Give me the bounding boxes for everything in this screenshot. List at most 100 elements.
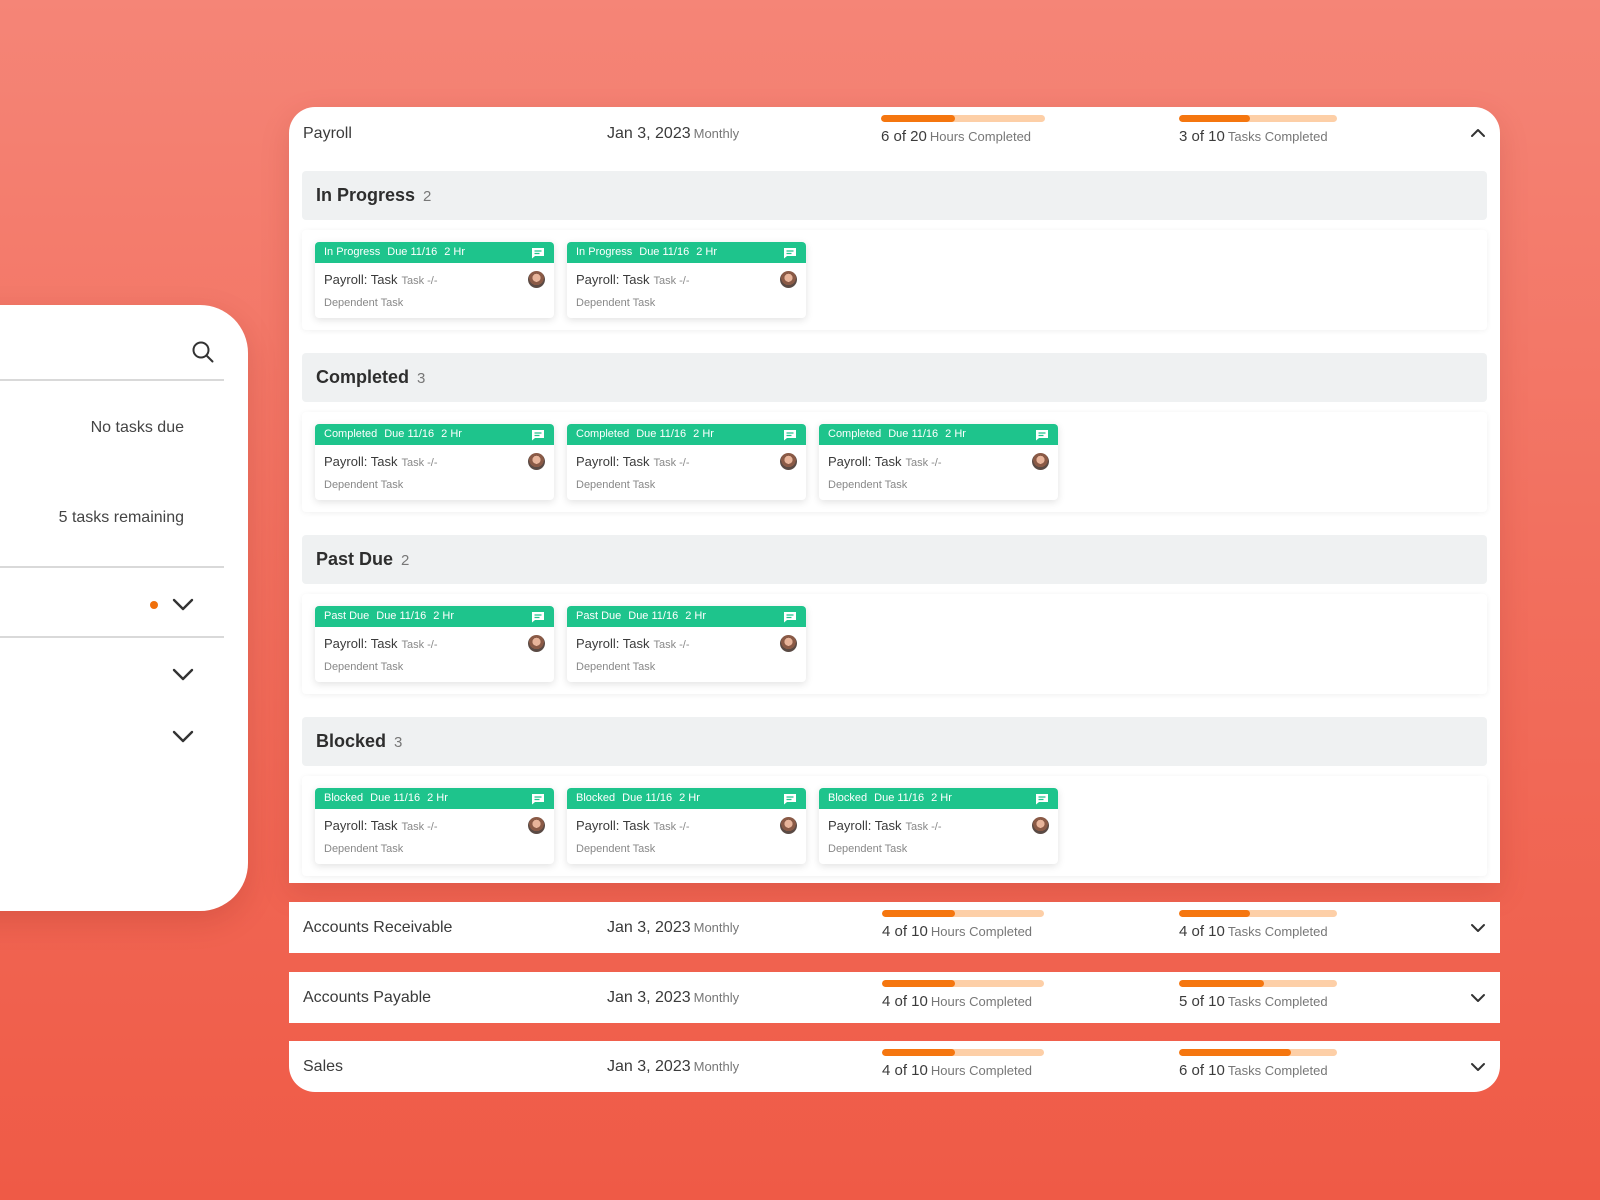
avatar[interactable] bbox=[528, 817, 545, 834]
hours-label: Hours Completed bbox=[930, 994, 1033, 1009]
task-due: Due 11/16 bbox=[639, 246, 690, 258]
task-subtitle: Dependent Task bbox=[324, 479, 404, 491]
task-hours: 2 Hr bbox=[679, 792, 700, 804]
task-card[interactable]: Completed Due 11/16 2 Hr Payroll: Task Task … bbox=[567, 424, 806, 500]
task-status: Blocked bbox=[576, 792, 616, 804]
side-panel: No tasks due 5 tasks remaining bbox=[0, 305, 248, 911]
task-due: Due 11/16 bbox=[628, 610, 679, 622]
task-card-header: Completed Due 11/16 2 Hr bbox=[567, 424, 806, 445]
chevron-down-icon[interactable] bbox=[1470, 992, 1486, 1004]
avatar[interactable] bbox=[780, 271, 797, 288]
chevron-down-icon[interactable] bbox=[171, 597, 195, 613]
hours-metric: 4 of 10 Hours Completed bbox=[882, 1049, 1062, 1079]
task-due: Due 11/16 bbox=[888, 428, 939, 440]
task-card-header: In Progress Due 11/16 2 Hr bbox=[567, 242, 806, 263]
task-card[interactable]: Completed Due 11/16 2 Hr Payroll: Task Task … bbox=[819, 424, 1058, 500]
comment-icon[interactable] bbox=[531, 793, 545, 805]
task-title-text: Payroll: Task bbox=[324, 636, 398, 651]
frequency-text: Monthly bbox=[693, 126, 740, 141]
task-tag: Task -/- bbox=[401, 821, 438, 833]
date-text: Jan 3, 2023 bbox=[607, 1058, 691, 1075]
task-card[interactable]: Blocked Due 11/16 2 Hr Payroll: Task Task -/… bbox=[315, 788, 554, 864]
task-card-header: Completed Due 11/16 2 Hr bbox=[819, 424, 1058, 445]
task-due: Due 11/16 bbox=[874, 792, 925, 804]
hours-progress-bar bbox=[882, 910, 1044, 917]
task-card[interactable]: Past Due Due 11/16 2 Hr Payroll: Task Task -… bbox=[567, 606, 806, 682]
avatar[interactable] bbox=[780, 453, 797, 470]
task-card[interactable]: Blocked Due 11/16 2 Hr Payroll: Task Task -/… bbox=[819, 788, 1058, 864]
task-title: Payroll: Task Task -/- bbox=[576, 454, 690, 469]
tasks-progress-bar bbox=[1179, 115, 1337, 122]
task-status: Blocked bbox=[324, 792, 364, 804]
payroll-row-header[interactable]: Payroll Jan 3, 2023 Monthly 6 of 20 Hours … bbox=[289, 107, 1500, 163]
search-icon[interactable] bbox=[191, 340, 215, 364]
task-subtitle: Dependent Task bbox=[576, 661, 656, 673]
hours-label: Hours Completed bbox=[929, 129, 1032, 144]
comment-icon[interactable] bbox=[783, 429, 797, 441]
avatar[interactable] bbox=[528, 271, 545, 288]
task-tag: Task -/- bbox=[653, 639, 690, 651]
section-title: Blocked 3 bbox=[316, 731, 402, 752]
task-title-text: Payroll: Task bbox=[576, 636, 650, 651]
task-hours: 2 Hr bbox=[685, 610, 706, 622]
task-card-header: Blocked Due 11/16 2 Hr bbox=[567, 788, 806, 809]
comment-icon[interactable] bbox=[531, 429, 545, 441]
task-card[interactable]: Completed Due 11/16 2 Hr Payroll: Task Task … bbox=[315, 424, 554, 500]
chevron-down-icon[interactable] bbox=[171, 729, 195, 745]
task-hours: 2 Hr bbox=[931, 792, 952, 804]
task-title-text: Payroll: Task bbox=[324, 818, 398, 833]
chevron-down-icon[interactable] bbox=[171, 667, 195, 683]
task-card-header: Past Due Due 11/16 2 Hr bbox=[567, 606, 806, 627]
task-card[interactable]: Blocked Due 11/16 2 Hr Payroll: Task Task -/… bbox=[567, 788, 806, 864]
accounts-receivable-row[interactable]: Accounts Receivable Jan 3, 2023 Monthly 4… bbox=[289, 902, 1500, 953]
task-status: Completed bbox=[828, 428, 882, 440]
row-date: Jan 3, 2023 Monthly bbox=[607, 989, 739, 1007]
section-count: 2 bbox=[423, 188, 432, 205]
section-title-text: In Progress bbox=[316, 185, 416, 205]
task-due: Due 11/16 bbox=[376, 610, 427, 622]
sales-row[interactable]: Sales Jan 3, 2023 Monthly 4 of 10 Hours Co… bbox=[289, 1041, 1500, 1092]
section-count: 3 bbox=[417, 370, 426, 387]
row-name: Payroll bbox=[303, 125, 352, 142]
comment-icon[interactable] bbox=[1035, 429, 1049, 441]
task-due: Due 11/16 bbox=[622, 792, 673, 804]
chevron-up-icon[interactable] bbox=[1470, 127, 1486, 139]
comment-icon[interactable] bbox=[783, 247, 797, 259]
task-status: In Progress bbox=[576, 246, 633, 258]
task-tag: Task -/- bbox=[905, 821, 942, 833]
task-hours: 2 Hr bbox=[696, 246, 717, 258]
task-card[interactable]: Past Due Due 11/16 2 Hr Payroll: Task Task -… bbox=[315, 606, 554, 682]
avatar[interactable] bbox=[1032, 817, 1049, 834]
accounts-payable-row[interactable]: Accounts Payable Jan 3, 2023 Monthly 4 of… bbox=[289, 972, 1500, 1023]
avatar[interactable] bbox=[528, 635, 545, 652]
row-date: Jan 3, 2023 Monthly bbox=[607, 919, 739, 937]
tasks-progress-bar bbox=[1179, 1049, 1337, 1056]
task-subtitle: Dependent Task bbox=[576, 479, 656, 491]
comment-icon[interactable] bbox=[783, 611, 797, 623]
progress-fill bbox=[1179, 115, 1251, 122]
row-name: Accounts Payable bbox=[303, 989, 432, 1006]
hours-metric: 4 of 10 Hours Completed bbox=[882, 980, 1062, 1010]
task-card[interactable]: In Progress Due 11/16 2 Hr Payroll: Task Tas… bbox=[567, 242, 806, 318]
tasks-progress-bar bbox=[1179, 910, 1337, 917]
chevron-down-icon[interactable] bbox=[1470, 1061, 1486, 1073]
comment-icon[interactable] bbox=[531, 247, 545, 259]
avatar[interactable] bbox=[780, 817, 797, 834]
section-header-blocked: Blocked 3 bbox=[302, 717, 1487, 766]
hours-value: 4 of 10 bbox=[882, 993, 928, 1010]
avatar[interactable] bbox=[780, 635, 797, 652]
task-title-text: Payroll: Task bbox=[576, 454, 650, 469]
avatar[interactable] bbox=[1032, 453, 1049, 470]
chevron-down-icon[interactable] bbox=[1470, 922, 1486, 934]
avatar[interactable] bbox=[528, 453, 545, 470]
date-text: Jan 3, 2023 bbox=[607, 989, 691, 1006]
comment-icon[interactable] bbox=[783, 793, 797, 805]
no-tasks-due-text: No tasks due bbox=[90, 419, 184, 436]
comment-icon[interactable] bbox=[1035, 793, 1049, 805]
comment-icon[interactable] bbox=[531, 611, 545, 623]
task-title-text: Payroll: Task bbox=[828, 454, 902, 469]
task-card[interactable]: In Progress Due 11/16 2 Hr Payroll: Task Tas… bbox=[315, 242, 554, 318]
task-title: Payroll: Task Task -/- bbox=[576, 818, 690, 833]
task-due: Due 11/16 bbox=[384, 428, 435, 440]
hours-progress-bar bbox=[882, 1049, 1044, 1056]
